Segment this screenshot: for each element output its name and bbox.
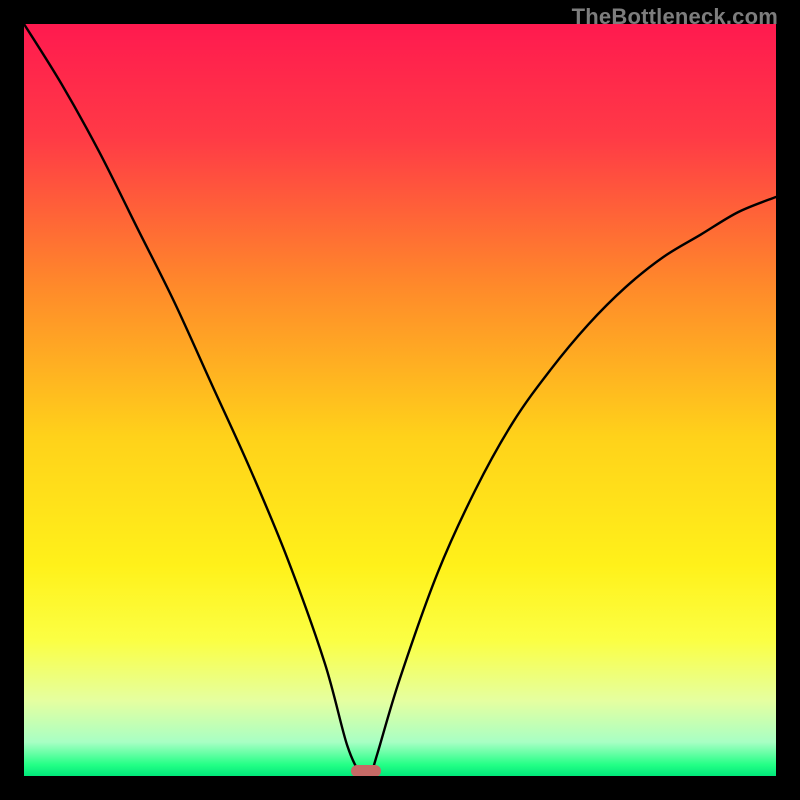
plot-area (24, 24, 776, 776)
optimal-marker (351, 765, 381, 776)
chart-frame: TheBottleneck.com (0, 0, 800, 800)
bottleneck-curve (24, 24, 776, 776)
watermark-text: TheBottleneck.com (572, 4, 778, 30)
